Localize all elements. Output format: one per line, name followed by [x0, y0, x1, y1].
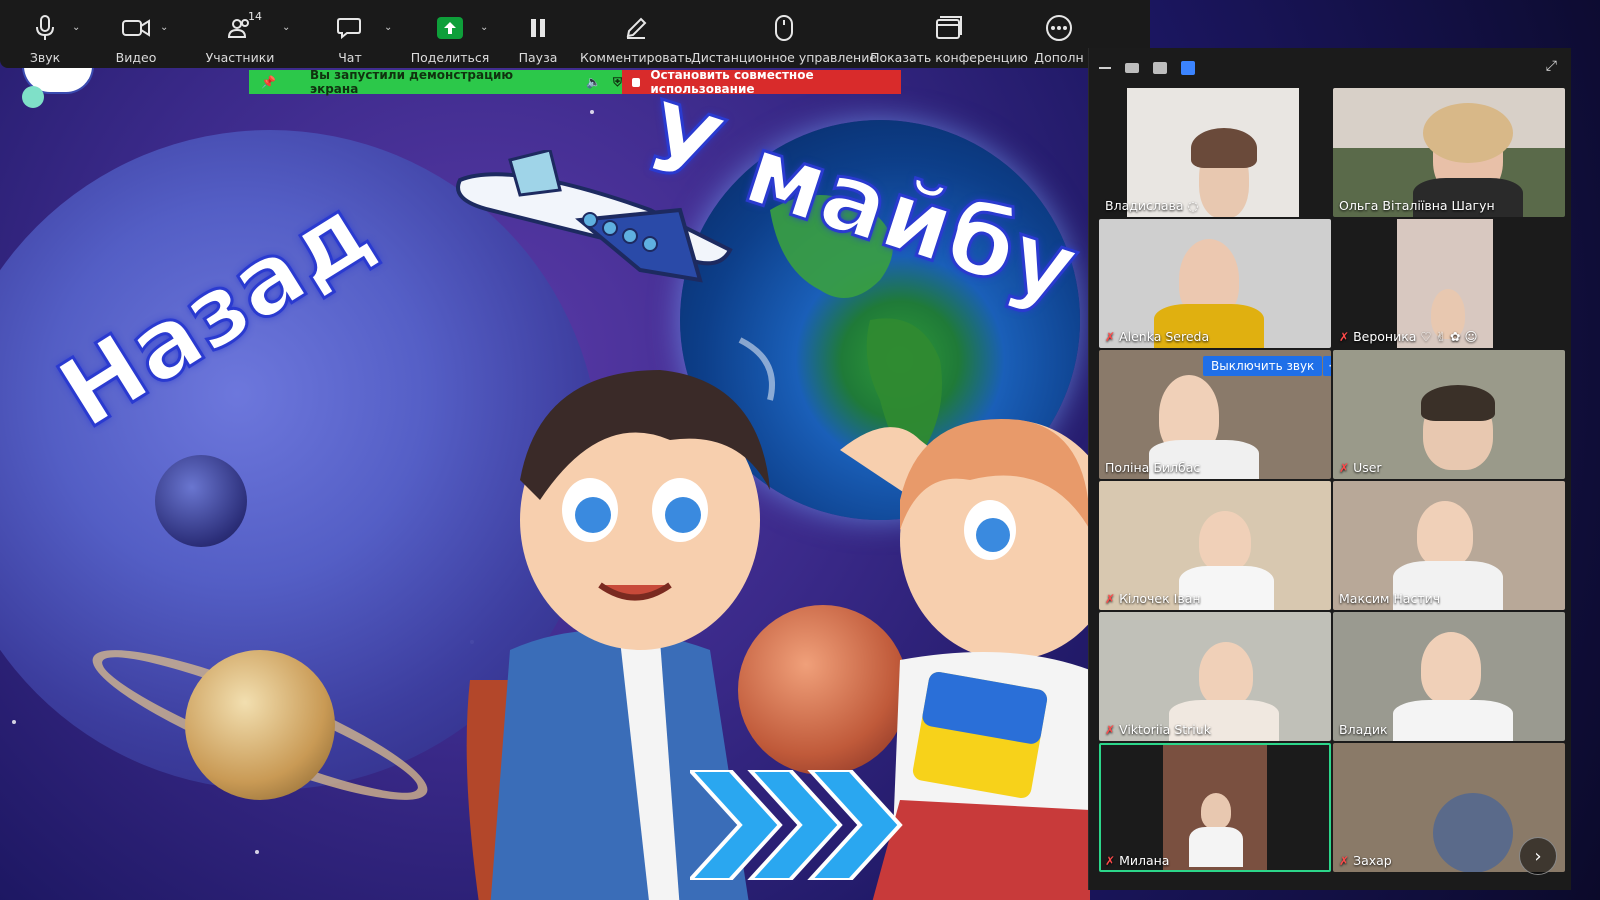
- participant-name: Владислава ◌: [1105, 198, 1199, 213]
- chevron-down-icon[interactable]: ⌄: [384, 22, 392, 33]
- video-tile[interactable]: Ольга Віталіївна Шагун: [1333, 88, 1565, 217]
- participant-name: ✗ Вероника ♡ ✌ ✿ ☺: [1339, 329, 1478, 344]
- window-icon: [936, 14, 962, 42]
- more-dots-icon: [1045, 14, 1073, 42]
- annotate-button[interactable]: Комментировать: [578, 0, 694, 68]
- chevron-down-icon[interactable]: ⌄: [160, 22, 168, 33]
- video-tile[interactable]: Владислава ◌: [1099, 88, 1331, 217]
- participants-label: Участники: [205, 50, 275, 65]
- more-button[interactable]: Дополн: [1024, 0, 1094, 68]
- chat-button[interactable]: ⌄ Чат: [298, 0, 402, 68]
- mic-icon: [36, 14, 54, 42]
- muted-mic-icon: ✗: [1105, 853, 1116, 868]
- participant-name: Максим Настич: [1339, 591, 1441, 606]
- show-meeting-label: Показать конференцию: [870, 50, 1028, 65]
- chevron-right-icon: ›: [1534, 845, 1542, 867]
- participant-name: ✗ Захар: [1339, 853, 1392, 868]
- video-tile[interactable]: ✗ Viktoriia Striuk: [1099, 612, 1331, 741]
- next-page-button[interactable]: ›: [1519, 837, 1557, 875]
- participant-name: ✗ Милана: [1105, 853, 1170, 868]
- participant-name: ✗ User: [1339, 460, 1382, 475]
- shield-icon[interactable]: ⛨: [613, 75, 622, 90]
- participant-name: Ольга Віталіївна Шагун: [1339, 198, 1495, 213]
- participant-name: ✗ Alenka Sereda: [1105, 329, 1210, 344]
- muted-mic-icon: ✗: [1339, 853, 1350, 868]
- video-label: Видео: [115, 50, 157, 65]
- meeting-toolbar: ⌄ Звук ⌄ Видео 14 ⌄ Участники ⌄ Чат ⌄ По…: [0, 0, 1150, 68]
- chevron-down-icon[interactable]: ⌄: [480, 22, 488, 33]
- stop-share-label: Остановить совместное использование: [650, 68, 814, 96]
- muted-mic-icon: ✗: [1339, 329, 1350, 344]
- video-tile[interactable]: Максим Настич: [1333, 481, 1565, 610]
- expand-icon[interactable]: ⤢: [1546, 58, 1557, 74]
- pin-icon[interactable]: 📌: [261, 75, 276, 89]
- star: [590, 110, 594, 114]
- chevron-down-icon[interactable]: ⌄: [282, 22, 290, 33]
- star: [255, 850, 259, 854]
- remote-control-button[interactable]: Дистанционное управление: [691, 0, 878, 68]
- pause-label: Пауза: [518, 50, 558, 65]
- pause-share-button[interactable]: Пауза: [498, 0, 578, 68]
- more-label: Дополн: [1034, 50, 1084, 65]
- gallery-view-icon[interactable]: [1181, 61, 1195, 75]
- sharing-status-banner[interactable]: 📌 Вы запустили демонстрацию экрана 🔈 ⛨: [249, 68, 622, 96]
- stop-square-icon: [632, 77, 641, 87]
- participant-name: Поліна Билбас: [1105, 460, 1201, 475]
- star: [12, 720, 16, 724]
- show-meeting-button[interactable]: Показать конференцию: [870, 0, 1028, 68]
- video-tile[interactable]: ✗ User: [1333, 350, 1565, 479]
- small-moon: [155, 455, 247, 547]
- share-screen-button[interactable]: ⌄ Поделиться: [402, 0, 498, 68]
- audio-button[interactable]: ⌄ Звук: [0, 0, 90, 68]
- pencil-icon: [624, 14, 648, 42]
- sharing-status-text: Вы запустили демонстрацию экрана: [309, 68, 514, 96]
- participant-name: Владик: [1339, 722, 1388, 737]
- more-dots-icon[interactable]: ···: [1323, 356, 1331, 376]
- strip-view-icon[interactable]: [1153, 62, 1167, 74]
- audio-label: Звук: [29, 50, 61, 65]
- mouse-icon: [775, 14, 793, 42]
- forward-arrows-graphic: [690, 770, 903, 880]
- chevron-down-icon[interactable]: ⌄: [72, 22, 80, 33]
- logo-dot-icon: [22, 86, 44, 108]
- mute-participant-button[interactable]: Выключить звук: [1203, 356, 1323, 376]
- speaker-icon[interactable]: 🔈: [586, 75, 601, 89]
- camera-icon: [122, 14, 150, 42]
- speaker-view-icon[interactable]: [1125, 63, 1139, 73]
- video-button[interactable]: ⌄ Видео: [90, 0, 182, 68]
- pause-icon: [530, 14, 546, 42]
- muted-mic-icon: ✗: [1105, 591, 1116, 606]
- muted-mic-icon: ✗: [1105, 722, 1116, 737]
- participant-name: ✗ Кілочек Іван: [1105, 591, 1201, 606]
- minimize-icon[interactable]: [1099, 67, 1111, 69]
- remote-control-label: Дистанционное управление: [691, 50, 878, 65]
- share-label: Поделиться: [410, 50, 490, 65]
- participants-count-badge: 14: [248, 10, 262, 23]
- video-tile-active-speaker[interactable]: ✗ Милана: [1099, 743, 1331, 872]
- video-tile[interactable]: ✗ Alenka Sereda: [1099, 219, 1331, 348]
- participant-name: ✗ Viktoriia Striuk: [1105, 722, 1211, 737]
- video-tile[interactable]: Выключить звук ··· Поліна Билбас: [1099, 350, 1331, 479]
- saturn-planet: [185, 650, 335, 800]
- chat-icon: [337, 14, 363, 42]
- participants-button[interactable]: 14 ⌄ Участники: [182, 0, 298, 68]
- chat-label: Чат: [338, 50, 362, 65]
- video-tile[interactable]: Владик: [1333, 612, 1565, 741]
- annotate-label: Комментировать: [580, 50, 692, 65]
- video-gallery: Владислава ◌ Ольга Віталіївна Шагун ✗ Alen…: [1099, 88, 1565, 880]
- muted-mic-icon: ✗: [1105, 329, 1116, 344]
- stop-share-button[interactable]: Остановить совместное использование: [622, 68, 901, 96]
- video-panel: ⤢ Владислава ◌ Ольга Віталіївна Шагун ✗ Al…: [1088, 48, 1571, 890]
- video-tile[interactable]: ✗ Вероника ♡ ✌ ✿ ☺: [1333, 219, 1565, 348]
- panel-view-controls: ⤢: [1089, 48, 1571, 88]
- muted-mic-icon: ✗: [1339, 460, 1350, 475]
- share-screen-icon: [437, 14, 463, 42]
- video-tile[interactable]: ✗ Кілочек Іван: [1099, 481, 1331, 610]
